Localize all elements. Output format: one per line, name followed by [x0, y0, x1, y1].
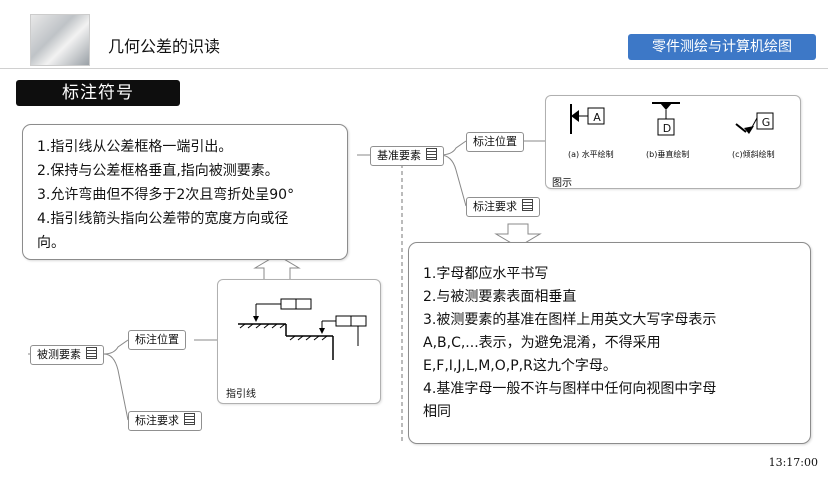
- rule-line: 2.保持与公差框格垂直,指向被测要素。: [37, 163, 279, 179]
- note-icon: [184, 413, 195, 425]
- rule-line: 2.与被测要素表面相垂直: [423, 289, 577, 305]
- rule-line: E,F,I,J,L,M,O,P,R这九个字母。: [423, 358, 617, 374]
- rule-line: 1.指引线从公差框格一端引出。: [37, 139, 233, 155]
- leader-line-rules-bubble: 1.指引线从公差框格一端引出。 2.保持与公差框格垂直,指向被测要素。 3.允许…: [22, 124, 348, 260]
- figure-caption: (b)垂直绘制: [646, 150, 690, 159]
- note-icon: [86, 347, 97, 359]
- rule-line: 3.被测要素的基准在图样上用英文大写字母表示: [423, 312, 717, 328]
- rule-line: 向。: [37, 235, 65, 251]
- measured-feature-node[interactable]: 被测要素: [30, 345, 104, 365]
- note-icon: [426, 148, 437, 160]
- datum-letter: G: [761, 116, 771, 129]
- datum-letter: D: [662, 122, 672, 135]
- timestamp: 13:17:00: [768, 456, 818, 469]
- datum-letter-rules-bubble: 1.字母都应水平书写 2.与被测要素表面相垂直 3.被测要素的基准在图样上用英文…: [408, 242, 811, 444]
- datum-letter: A: [593, 111, 601, 124]
- rule-line: A,B,C,...表示，为避免混淆，不得采用: [423, 335, 661, 351]
- rule-line: 3.允许弯曲但不得多于2次且弯折处呈90°: [37, 187, 295, 203]
- figure-label: 图示: [552, 178, 572, 189]
- measured-requirement-node[interactable]: 标注要求: [128, 411, 202, 431]
- datum-position-node[interactable]: 标注位置: [466, 132, 524, 152]
- leader-line-figure: 指引线: [217, 279, 381, 404]
- figure-caption: (a) 水平绘制: [568, 150, 614, 159]
- rule-line: 1.字母都应水平书写: [423, 266, 549, 282]
- figure-label: 指引线: [226, 389, 256, 400]
- rule-line: 4.基准字母一般不许与图样中任何向视图中字母: [423, 381, 717, 397]
- datum-feature-node[interactable]: 基准要素: [370, 146, 444, 166]
- note-icon: [522, 199, 533, 211]
- rule-line: 相同: [423, 404, 451, 420]
- rule-line: 4.指引线箭头指向公差带的宽度方向或径: [37, 211, 289, 227]
- figure-caption: (c)倾斜绘制: [732, 150, 775, 159]
- measured-position-node[interactable]: 标注位置: [128, 330, 186, 350]
- datum-symbols-drawing: [570, 102, 774, 136]
- datum-requirement-node[interactable]: 标注要求: [466, 197, 540, 217]
- datum-symbol-figure: A D G (a) 水平绘制 (b)垂直绘制 (c)倾斜绘制 图示: [545, 95, 801, 189]
